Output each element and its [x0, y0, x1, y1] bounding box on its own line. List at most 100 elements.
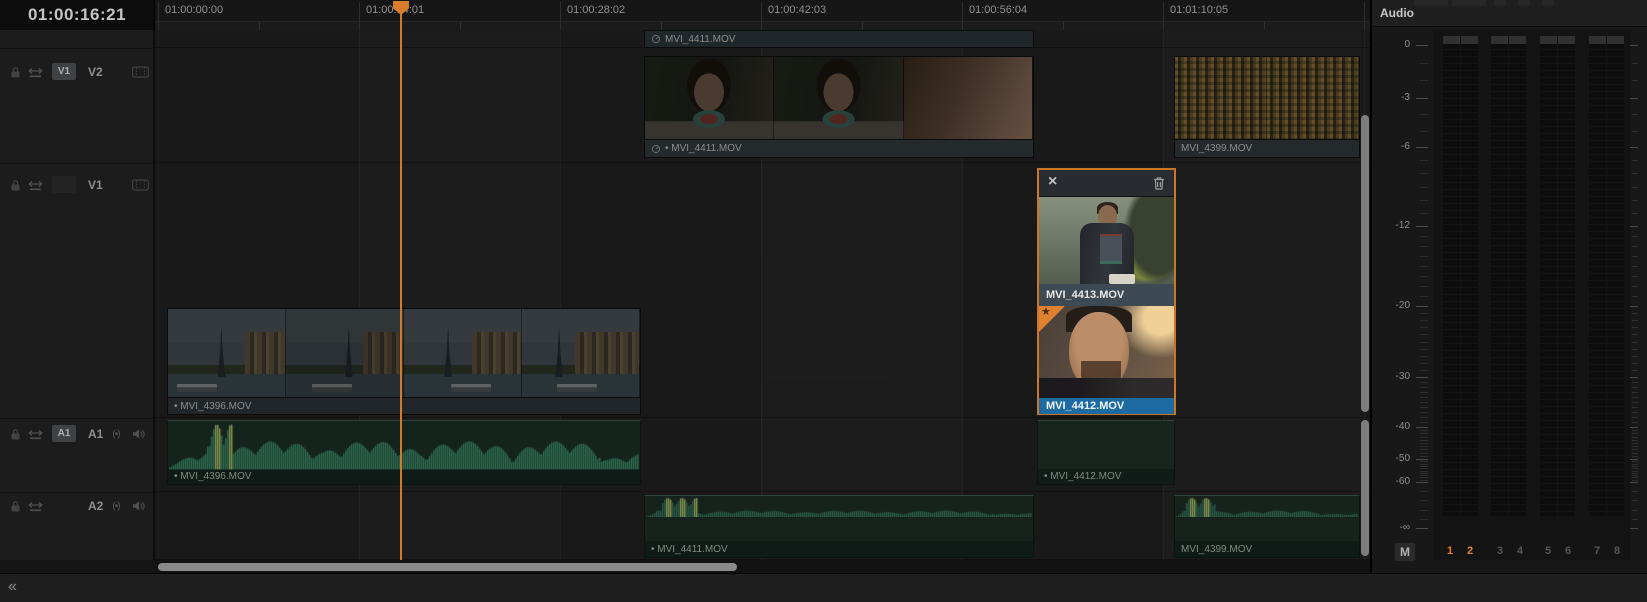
clip-v1-mvi4396[interactable]: • MVI_4396.MOV: [167, 308, 641, 415]
channel-number-8[interactable]: 8: [1609, 545, 1625, 557]
db-minor-tick-right: [1632, 313, 1638, 314]
clip-a1-mvi4412[interactable]: • MVI_4412.MOV: [1037, 420, 1175, 485]
timeline-lanes[interactable]: MVI_4411.MOV • MVI_4411.MOV MVI_4399.MOV: [155, 30, 1370, 560]
star-icon: ★: [1041, 306, 1051, 318]
db-minor-tick-right: [1632, 334, 1638, 335]
panel-top-button: [1414, 0, 1448, 6]
db-minor-tick: [1420, 461, 1428, 462]
auto-select-icon[interactable]: [26, 61, 44, 83]
db-minor-tick-right: [1632, 173, 1638, 174]
track-header-controls: A1 A1 (•): [0, 423, 155, 445]
lock-icon[interactable]: [8, 495, 22, 517]
db-minor-tick: [1420, 363, 1428, 364]
clip-label: MVI_4399.MOV: [1181, 543, 1253, 555]
db-scale-label: -50: [1395, 453, 1410, 464]
timeline-horizontal-scrollbar[interactable]: [155, 560, 1370, 573]
timeline-ruler[interactable]: 01:00:00:0001:00:14:0101:00:28:0201:00:4…: [155, 0, 1370, 30]
channel-number-7[interactable]: 7: [1589, 545, 1605, 557]
lock-icon[interactable]: [8, 61, 22, 83]
ruler-minor-tick: [1263, 22, 1265, 30]
db-minor-tick: [1420, 422, 1428, 423]
channel-number-6[interactable]: 6: [1560, 545, 1576, 557]
clip-thumbnails: [1175, 57, 1359, 141]
channel-number-2[interactable]: 2: [1462, 545, 1478, 557]
db-minor-tick: [1420, 430, 1428, 431]
popup-item-mvi4412-label[interactable]: MVI_4412.MOV: [1039, 398, 1174, 414]
db-major-tick: [1416, 98, 1428, 99]
db-minor-tick-right: [1632, 402, 1638, 403]
db-minor-tick: [1420, 160, 1428, 161]
db-minor-tick: [1420, 276, 1428, 277]
auto-select-icon[interactable]: [26, 495, 44, 517]
db-major-tick: [1416, 427, 1428, 428]
horizontal-scrollbar-thumb[interactable]: [158, 563, 737, 571]
db-minor-tick: [1420, 449, 1428, 450]
ruler-major-tick: [962, 2, 963, 30]
filmstrip-icon[interactable]: [130, 174, 150, 196]
filmstrip-icon[interactable]: [130, 61, 150, 83]
clip-a2-mvi4399[interactable]: MVI_4399.MOV: [1174, 495, 1360, 558]
panel-top-button: [1452, 0, 1486, 6]
db-minor-tick-right: [1632, 370, 1638, 371]
db-minor-tick-right: [1632, 453, 1638, 454]
db-minor-tick-right: [1632, 468, 1638, 469]
popup-item-mvi4412-thumbnail[interactable]: ★: [1039, 306, 1174, 398]
channel-number-4[interactable]: 4: [1512, 545, 1528, 557]
clip-a2-mvi4411[interactable]: • MVI_4411.MOV: [644, 495, 1034, 558]
track-header-a1[interactable]: A1 A1 (•): [0, 418, 155, 492]
db-major-tick: [1416, 147, 1428, 148]
channel-number-5[interactable]: 5: [1540, 545, 1556, 557]
db-major-tick: [1416, 377, 1428, 378]
db-minor-tick-right: [1632, 187, 1638, 188]
ruler-major-tick: [1364, 2, 1365, 30]
db-minor-tick: [1420, 342, 1428, 343]
db-major-tick-right: [1630, 377, 1638, 378]
lock-icon[interactable]: [8, 423, 22, 445]
record-monitor-icon[interactable]: (•): [106, 495, 126, 517]
db-minor-tick: [1420, 313, 1428, 314]
db-minor-tick-right: [1632, 246, 1638, 247]
lock-icon[interactable]: [8, 174, 22, 196]
db-minor-tick-right: [1632, 363, 1638, 364]
clip-v3-mvi4411-partial[interactable]: MVI_4411.MOV: [644, 30, 1034, 48]
db-minor-tick: [1420, 349, 1428, 350]
close-icon[interactable]: ×: [1048, 173, 1057, 191]
mute-button[interactable]: M: [1394, 542, 1416, 562]
popup-item-mvi4413-thumbnail[interactable]: [1039, 197, 1174, 284]
collapse-panel-button[interactable]: «: [8, 578, 17, 596]
destination-badge-v2[interactable]: V1: [52, 63, 76, 80]
db-major-tick-right: [1630, 427, 1638, 428]
clip-v2-mvi4399[interactable]: MVI_4399.MOV: [1174, 56, 1360, 158]
track-header-a2[interactable]: A2 (•): [0, 492, 155, 560]
clip-v2-mvi4411[interactable]: • MVI_4411.MOV: [644, 56, 1034, 158]
auto-select-icon[interactable]: [26, 174, 44, 196]
timeline-vertical-scrollbar-lower[interactable]: [1361, 420, 1369, 556]
channel-number-1[interactable]: 1: [1442, 545, 1458, 557]
destination-badge-a1[interactable]: A1: [52, 425, 76, 442]
clip-a1-mvi4396[interactable]: • MVI_4396.MOV: [167, 420, 641, 485]
trash-icon[interactable]: [1152, 176, 1166, 191]
ruler-major-tick: [359, 2, 360, 30]
speaker-icon[interactable]: [130, 495, 148, 517]
db-minor-tick: [1420, 392, 1428, 393]
timeline-vertical-scrollbar[interactable]: [1361, 115, 1369, 412]
db-minor-tick: [1420, 387, 1428, 388]
db-minor-tick: [1420, 370, 1428, 371]
speaker-icon[interactable]: [130, 423, 148, 445]
clip-thumbnails: [645, 57, 1033, 141]
track-header-v1[interactable]: V1: [0, 163, 155, 418]
db-minor-tick: [1420, 80, 1428, 81]
track-label: V1: [88, 178, 103, 192]
track-header-v2[interactable]: V1 V2: [0, 48, 155, 163]
ruler-minor-tick: [660, 22, 662, 30]
panel-top-button: [1542, 0, 1554, 6]
playhead[interactable]: [400, 10, 402, 560]
destination-badge-v1[interactable]: [52, 176, 76, 193]
popup-item-mvi4413-label[interactable]: MVI_4413.MOV: [1039, 284, 1174, 306]
db-minor-tick-right: [1632, 236, 1638, 237]
auto-select-icon[interactable]: [26, 423, 44, 445]
record-monitor-icon[interactable]: (•): [106, 423, 126, 445]
channel-number-3[interactable]: 3: [1492, 545, 1508, 557]
db-major-tick-right: [1630, 306, 1638, 307]
db-minor-tick: [1420, 473, 1428, 474]
